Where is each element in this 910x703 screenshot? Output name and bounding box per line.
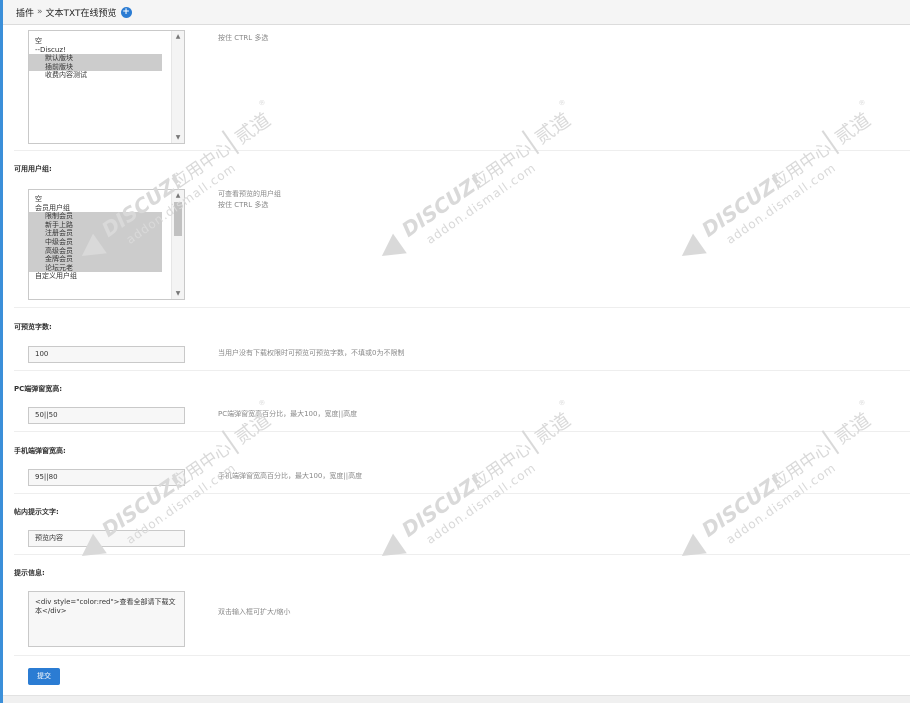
wm-site: addon.dismall.com (724, 460, 839, 546)
divider (14, 493, 910, 494)
submit-button[interactable]: 提交 (28, 668, 60, 685)
option-item[interactable]: 会员用户组 (29, 204, 184, 213)
scroll-up-icon[interactable]: ▲ (172, 33, 184, 40)
wm-cn: 应用中心 (468, 138, 535, 193)
inline-tip-input[interactable]: 预览内容 (28, 530, 185, 547)
wm-bar (521, 430, 540, 455)
discuz-watermark: DISCUZ! 应用中心 贰道 ® addon.dismall.com (660, 398, 900, 560)
wm-bar (821, 430, 840, 455)
wm-reg: ® (857, 400, 867, 408)
usergroups-hint: 可查看预览的用户组 按住 CTRL 多选 (218, 189, 281, 211)
option-item[interactable]: 空 (29, 37, 184, 46)
preview-chars-hint: 当用户没有下载权限时可预览可预览字数，不填或0为不限制 (218, 349, 405, 357)
wm-site: addon.dismall.com (424, 160, 539, 246)
usergroups-label: 可用用户组: (14, 165, 52, 173)
inline-tip-label: 帖内提示文字: (14, 508, 59, 516)
wm-arrow (381, 233, 407, 257)
option-item[interactable]: 自定义用户组 (29, 272, 184, 281)
wm-arrow (681, 533, 707, 557)
wm-sign: 贰道 (831, 109, 875, 149)
page-header: 插件 » 文本TXT在线预览 + (3, 0, 910, 25)
bottom-bar (3, 695, 910, 703)
option-item[interactable]: --Discuz! (29, 46, 184, 55)
wm-reg: ® (557, 400, 567, 408)
scrollbar-thumb[interactable] (174, 202, 182, 236)
option-item[interactable]: 默认版块 (29, 54, 162, 63)
option-item[interactable]: 空 (29, 195, 184, 204)
option-item[interactable]: 限制会员 (29, 212, 162, 221)
wm-cn: 应用中心 (168, 138, 235, 193)
wm-cn: 应用中心 (768, 138, 835, 193)
pc-popup-input[interactable]: 50||50 (28, 407, 185, 424)
option-item[interactable]: 高级会员 (29, 246, 162, 256)
boards-hint: 按住 CTRL 多选 (218, 34, 269, 42)
scroll-up-icon[interactable]: ▲ (172, 192, 184, 199)
option-item[interactable]: 金牌会员 (29, 255, 162, 264)
mobile-popup-input[interactable]: 95||80 (28, 469, 185, 486)
mobile-popup-hint: 手机端弹窗宽高百分比，最大100，宽度||高度 (218, 472, 363, 480)
scroll-down-icon[interactable]: ▼ (172, 290, 184, 297)
divider (14, 655, 910, 656)
wm-brand: DISCUZ! (697, 469, 787, 542)
wm-sign: 贰道 (531, 109, 575, 149)
option-item[interactable]: 中级会员 (29, 237, 162, 247)
breadcrumb-separator: » (37, 7, 43, 17)
wm-reg: ® (257, 100, 267, 108)
wm-brand: DISCUZ! (397, 469, 487, 542)
wm-brand: DISCUZ! (397, 169, 487, 242)
option-item[interactable]: 收费内容测试 (29, 71, 184, 80)
divider (14, 554, 910, 555)
breadcrumb-root[interactable]: 插件 (16, 6, 34, 19)
discuz-watermark: DISCUZ! 应用中心 贰道 ® addon.dismall.com (360, 98, 600, 260)
usergroups-hint-line1: 可查看预览的用户组 (218, 190, 281, 198)
boards-scrollbar[interactable]: ▲ ▼ (171, 31, 184, 143)
wm-sign: 贰道 (231, 109, 275, 149)
wm-brand: DISCUZ! (697, 169, 787, 242)
usergroups-hint-line2: 按住 CTRL 多选 (218, 201, 269, 209)
wm-arrow (681, 233, 707, 257)
pc-popup-hint: PC端弹窗宽高百分比，最大100，宽度||高度 (218, 410, 358, 418)
wm-bar (221, 430, 240, 455)
option-item[interactable]: 注册会员 (29, 229, 162, 238)
scroll-down-icon[interactable]: ▼ (172, 134, 184, 141)
wm-sign: 贰道 (831, 409, 875, 449)
divider (14, 370, 910, 371)
wm-sign: 贰道 (531, 409, 575, 449)
left-edge-bar (0, 0, 3, 703)
usergroups-multiselect[interactable]: 空会员用户组 限制会员 新手上路 注册会员 中级会员 高级会员 金牌会员 论坛元老 自定义用户组… (28, 189, 185, 300)
wm-reg: ® (257, 400, 267, 408)
preview-chars-label: 可预览字数: (14, 323, 52, 331)
wm-cn: 应用中心 (768, 438, 835, 493)
wm-reg: ® (557, 100, 567, 108)
mobile-popup-label: 手机端弹窗宽高: (14, 447, 66, 455)
info-circle-icon[interactable]: + (120, 6, 132, 18)
pc-popup-label: PC端弹窗宽高: (14, 385, 63, 393)
boards-multiselect[interactable]: 空 --Discuz! 默认版块 插前版块 收费内容测试 ▲ ▼ (28, 30, 185, 144)
tip-info-textarea[interactable]: <div style="color:red">查看全部请下载文本</div> (28, 591, 185, 647)
wm-cn: 应用中心 (468, 438, 535, 493)
tip-info-hint: 双击输入框可扩大/缩小 (218, 608, 291, 616)
divider (14, 431, 910, 432)
breadcrumb-page-title: 文本TXT在线预览 (45, 8, 117, 19)
wm-arrow (381, 533, 407, 557)
wm-site: addon.dismall.com (724, 160, 839, 246)
wm-reg: ® (857, 100, 867, 108)
divider (14, 307, 910, 308)
wm-site: addon.dismall.com (424, 460, 539, 546)
tip-info-label: 提示信息: (14, 569, 45, 577)
discuz-watermark: DISCUZ! 应用中心 贰道 ® addon.dismall.com (660, 98, 900, 260)
usergroups-scrollbar[interactable]: ▲ ▼ (171, 190, 184, 299)
preview-chars-input[interactable]: 100 (28, 346, 185, 363)
divider (14, 150, 910, 151)
discuz-watermark: DISCUZ! 应用中心 贰道 ® addon.dismall.com (360, 398, 600, 560)
